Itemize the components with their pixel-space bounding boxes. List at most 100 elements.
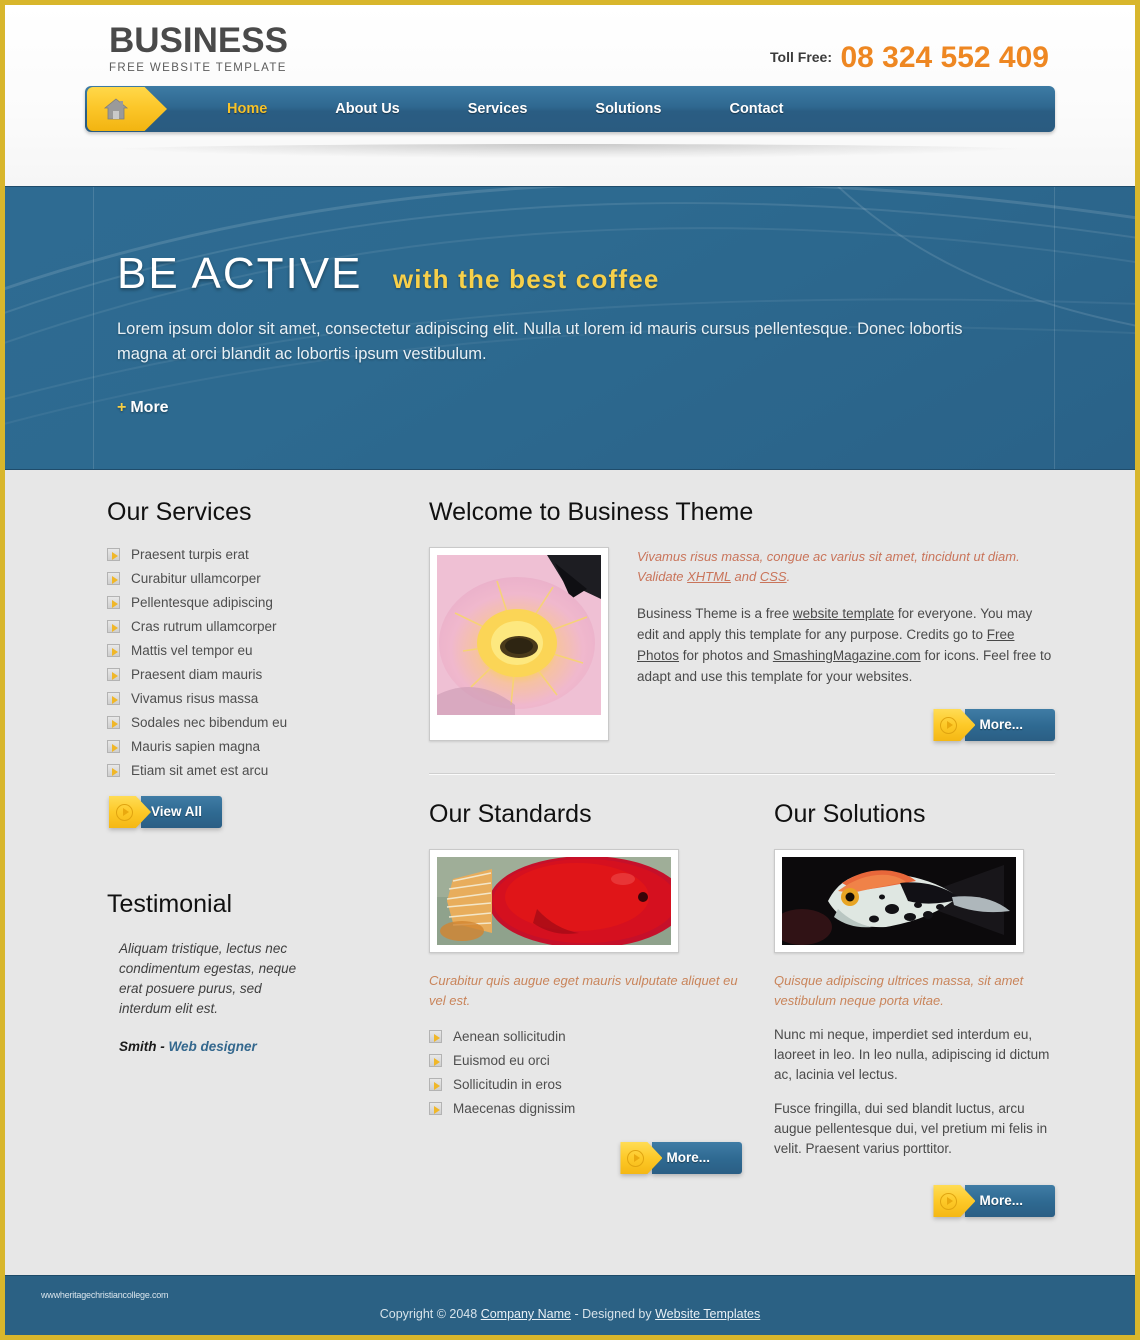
service-link[interactable]: Pellentesque adipiscing [131,595,273,610]
nav-item-services[interactable]: Services [434,86,562,132]
testimonial-author-role-link[interactable]: Web designer [169,1039,257,1054]
xhtml-link[interactable]: XHTML [687,569,731,584]
banner-more-link[interactable]: + More [117,399,169,417]
list-item[interactable]: Curabitur ullamcorper [107,571,397,586]
list-item[interactable]: Praesent turpis erat [107,547,397,562]
service-link[interactable]: Curabitur ullamcorper [131,571,261,586]
testimonial-heading: Testimonial [107,890,233,918]
solutions-button-row: More... [774,1185,1055,1217]
hero-banner: BE ACTIVE with the best coffee Lorem ips… [5,186,1135,470]
services-list: Praesent turpis erat Curabitur ullamcorp… [107,547,397,778]
list-item[interactable]: Mattis vel tempor eu [107,643,397,658]
list-item[interactable]: Etiam sit amet est arcu [107,763,397,778]
nav-item-home[interactable]: Home [193,86,301,132]
solutions-more-button[interactable]: More... [933,1185,1055,1217]
website-template-link[interactable]: website template [793,606,894,621]
list-item[interactable]: Sodales nec bibendum eu [107,715,397,730]
tollfree-label: Toll Free: [770,49,832,65]
list-item[interactable]: Vivamus risus massa [107,691,397,706]
solutions-column: Our Solutions Quisque adipiscing ultrice… [742,800,1055,1217]
service-link[interactable]: Praesent turpis erat [131,547,249,562]
css-link[interactable]: CSS [760,569,787,584]
nav-link-about-us[interactable]: About Us [301,86,433,132]
nav-item-about-us[interactable]: About Us [301,86,433,132]
standards-more-label: More... [652,1142,742,1174]
nav-link-solutions[interactable]: Solutions [561,86,695,132]
services-heading: Our Services [107,498,252,526]
play-bullet-icon [107,692,120,705]
service-link[interactable]: Etiam sit amet est arcu [131,763,268,778]
standards-photo [437,857,671,945]
list-item[interactable]: Mauris sapien magna [107,739,397,754]
service-link[interactable]: Praesent diam mauris [131,667,262,682]
home-icon-button[interactable] [87,87,167,131]
solutions-paragraph-1: Nunc mi neque, imperdiet sed interdum eu… [774,1027,1050,1082]
solutions-photo [782,857,1016,945]
service-link[interactable]: Mattis vel tempor eu [131,643,253,658]
list-item[interactable]: Maecenas dignissim [429,1101,742,1116]
section-divider [429,773,1055,774]
nav-shadow-divider [85,144,1055,158]
banner-title: BE ACTIVE [117,249,363,298]
play-bullet-icon [107,764,120,777]
welcome-image-frame [429,547,609,741]
main-content: Our Services Praesent turpis erat Curabi… [85,470,1055,1217]
standards-link[interactable]: Aenean sollicitudin [453,1029,566,1044]
service-link[interactable]: Sodales nec bibendum eu [131,715,287,730]
list-item[interactable]: Aenean sollicitudin [429,1029,742,1044]
website-templates-link[interactable]: Website Templates [655,1307,760,1321]
play-bullet-icon [107,596,120,609]
nav-link-contact[interactable]: Contact [695,86,817,132]
standards-link[interactable]: Maecenas dignissim [453,1101,575,1116]
welcome-text-block: Vivamus risus massa, congue ac varius si… [609,547,1055,741]
plus-icon: + [117,399,127,416]
welcome-more-button[interactable]: More... [933,709,1055,741]
standards-link[interactable]: Euismod eu orci [453,1053,550,1068]
standards-button-row: More... [429,1142,742,1174]
standards-image-frame [429,849,679,953]
testimonial-author: Smith - Web designer [107,1039,397,1054]
banner-paragraph: Lorem ipsum dolor sit amet, consectetur … [117,320,963,363]
standards-more-button[interactable]: More... [620,1142,742,1174]
site-footer: wwwheritagechristiancollege.com Copyrigh… [5,1275,1135,1335]
service-link[interactable]: Vivamus risus massa [131,691,258,706]
tollfree-block: Toll Free: 08 324 552 409 [770,41,1049,75]
play-bullet-icon [107,644,120,657]
welcome-body-part1: Business Theme is a free [637,606,793,621]
welcome-button-row: More... [637,709,1055,741]
company-name-link[interactable]: Company Name [481,1307,571,1321]
view-all-button[interactable]: View All [109,796,223,828]
main-navigation: Home About Us Services Solutions Contact [85,86,1055,132]
testimonial-section: Testimonial Aliquam tristique, lectus ne… [107,890,397,1054]
solutions-image-frame [774,849,1024,953]
content-column: Welcome to Business Theme Vivamus risus … [407,498,1055,1217]
nav-item-contact[interactable]: Contact [695,86,817,132]
standards-list: Aenean sollicitudin Euismod eu orci Soll… [429,1029,742,1116]
sidebar-column: Our Services Praesent turpis erat Curabi… [107,498,407,1217]
smashing-magazine-link[interactable]: SmashingMagazine.com [773,648,921,663]
tollfree-number: 08 324 552 409 [840,41,1049,74]
list-item[interactable]: Cras rutrum ullamcorper [107,619,397,634]
list-item[interactable]: Praesent diam mauris [107,667,397,682]
service-link[interactable]: Cras rutrum ullamcorper [131,619,277,634]
play-bullet-icon [107,548,120,561]
play-bullet-icon [107,572,120,585]
play-bullet-icon [429,1054,442,1067]
list-item[interactable]: Pellentesque adipiscing [107,595,397,610]
nav-link-home[interactable]: Home [193,86,301,132]
standards-link[interactable]: Sollicitudin in eros [453,1077,562,1092]
footer-watermark: wwwheritagechristiancollege.com [41,1290,169,1300]
banner-heading: BE ACTIVE with the best coffee [117,249,1055,299]
welcome-lead-mid: and [730,569,760,584]
nav-item-solutions[interactable]: Solutions [561,86,695,132]
nav-link-services[interactable]: Services [434,86,562,132]
welcome-lead-text: Vivamus risus massa, congue ac varius si… [637,547,1055,587]
play-bullet-icon [429,1102,442,1115]
play-bullet-icon [107,716,120,729]
list-item[interactable]: Euismod eu orci [429,1053,742,1068]
service-link[interactable]: Mauris sapien magna [131,739,260,754]
standards-column: Our Standards Curabitur quis augue eget … [429,800,742,1217]
list-item[interactable]: Sollicitudin in eros [429,1077,742,1092]
solutions-heading: Our Solutions [774,800,926,828]
view-all-label: View All [141,796,223,828]
